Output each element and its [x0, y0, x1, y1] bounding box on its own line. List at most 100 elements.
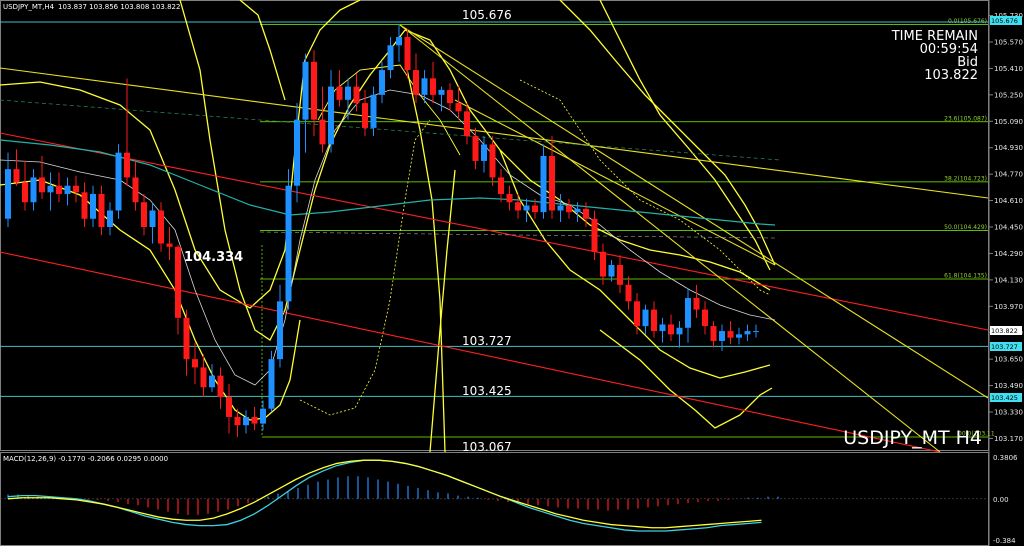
candle-bear [693, 298, 700, 310]
candle-bear [430, 78, 436, 95]
candle-bear [56, 185, 62, 194]
price-tick-label: 104.770 [994, 171, 1023, 179]
price-tick-label: 104.930 [994, 144, 1023, 152]
steep-band-2 [429, 169, 456, 453]
macd-signal-line [7, 459, 762, 529]
candle-bull [107, 210, 113, 227]
candle-bear [447, 89, 453, 104]
candle-bear [600, 251, 606, 277]
tag-top-text: 105.676 [991, 17, 1018, 25]
candle-bear [336, 86, 343, 100]
candle-bull [387, 45, 394, 71]
candle-bull [277, 301, 283, 360]
candle-bear [489, 144, 496, 178]
candle-bear [515, 202, 521, 211]
candle-bull [149, 210, 156, 227]
price-tick-label: 103.650 [994, 356, 1023, 364]
candle-bear [158, 210, 164, 244]
candle-bull [719, 331, 725, 341]
price-axis: 105.730105.570105.410105.250105.090104.9… [989, 12, 1023, 443]
candle-bull [744, 331, 751, 335]
price-chart-svg[interactable]: 0.0(105.676) 23.6(105.087) 38.2(104.723) 50… [0, 0, 1024, 546]
price-tick-label: 103.330 [994, 409, 1023, 417]
candle-bull [47, 185, 54, 193]
price-tick-label: 105.250 [994, 91, 1023, 99]
candle-bear [217, 375, 224, 398]
candle-bull [90, 193, 96, 219]
candle-bull [64, 185, 71, 194]
lower-band-right-2 [599, 329, 773, 429]
forex-chart[interactable]: 0.0(105.676) 23.6(105.087) 38.2(104.723) 50… [0, 0, 1024, 546]
candle-bull [396, 37, 402, 46]
candle-bull [370, 94, 377, 128]
bid-value: 103.822 [924, 68, 978, 83]
ohlc-values: 103.837 103.856 103.808 103.822 [58, 3, 180, 11]
candle-bear [192, 359, 198, 368]
fib-level-label: 38.2(104.723) [944, 175, 987, 182]
candle-bear [141, 202, 147, 227]
candle-bull [540, 155, 547, 213]
main-panel-border [0, 0, 989, 451]
candle-bear [668, 324, 674, 335]
candle-bear [166, 243, 173, 247]
candle-bear [362, 103, 368, 128]
candle-bull [209, 375, 215, 388]
price-tick-label: 105.090 [994, 118, 1023, 126]
candle-bull [243, 416, 249, 426]
candle-bear [455, 103, 462, 112]
candle-bull [379, 70, 385, 95]
price-tick-label: 105.410 [994, 65, 1023, 73]
red-channel-lower-line [0, 251, 941, 453]
candle-bull [438, 89, 445, 95]
price-tick-label: 103.170 [994, 435, 1023, 443]
yellow-resistance-line [0, 67, 989, 199]
candle-bear [710, 326, 717, 341]
macd-panel [0, 459, 988, 532]
candle-bear [498, 177, 504, 194]
candle-bull [557, 205, 564, 211]
candle-bull [260, 408, 266, 424]
outer-band-top [239, 0, 286, 101]
candle-bull [736, 334, 742, 338]
candle-bear [13, 169, 20, 183]
candle-bull [328, 86, 334, 145]
candle-bull [5, 169, 11, 219]
candle-bull [523, 205, 530, 211]
fib-level-label: 50.0(104.429) [944, 224, 987, 231]
price-tick-label: 104.290 [994, 250, 1023, 258]
candle-bear [234, 416, 241, 426]
dotted-band [299, 119, 431, 416]
candle-bear [200, 367, 207, 388]
candle-bear [73, 185, 79, 193]
candle-bull [268, 359, 275, 409]
fib-level-label: 0.0(105.676) [948, 18, 987, 25]
fib-level-label: 61.8(104.135) [944, 273, 987, 280]
candle-bull [294, 119, 300, 186]
low-price-label: 103.067 [462, 440, 512, 454]
candle-bull [421, 78, 428, 95]
candle-bull [676, 327, 683, 335]
candle-bear [617, 264, 623, 285]
candle-bull [302, 61, 309, 120]
price-tick-label: 104.450 [994, 224, 1023, 232]
macd-header: MACD(12,26,9) -0.1770 -0.2066 0.0295 0.0… [3, 455, 168, 463]
candle-bear [39, 177, 45, 193]
price-tick-label: 103.970 [994, 303, 1023, 311]
candle-bear [319, 119, 326, 145]
candle-bear [353, 86, 360, 104]
candle-bear [702, 309, 708, 327]
candle-bull [685, 298, 691, 328]
candle-bear [549, 155, 555, 211]
candle-bear [311, 61, 317, 120]
price-tick-label: 104.130 [994, 276, 1023, 284]
candle-bull [574, 208, 581, 213]
candle-bull [345, 86, 351, 100]
left-level-label: 104.334 [184, 250, 243, 265]
tag-level1-text: 103.727 [991, 343, 1018, 351]
candle-bear [251, 416, 258, 424]
price-tick-label: 105.570 [994, 38, 1023, 46]
candle-bear [651, 309, 657, 332]
macd-line [7, 459, 762, 532]
candle-bull [608, 264, 615, 277]
candle-bear [98, 193, 105, 227]
